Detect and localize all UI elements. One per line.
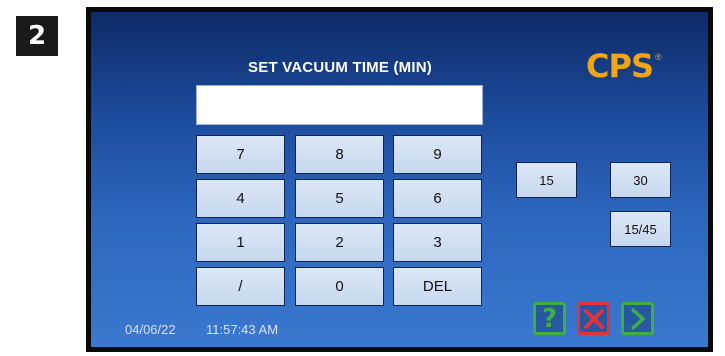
touchscreen-bezel: SET VACUUM TIME (MIN) 7 8 9 4 5 6 1 2 3 … (86, 7, 713, 352)
cps-logo: CPS (586, 47, 654, 85)
question-icon: ? (541, 303, 558, 334)
time-display: 11:57:43 AM (206, 322, 279, 337)
chevron-right-icon (630, 307, 645, 330)
vacuum-time-input[interactable] (196, 85, 483, 125)
next-button[interactable] (621, 302, 654, 335)
delete-key[interactable]: DEL (393, 267, 482, 306)
step-badge: 2 (16, 16, 58, 56)
preset-15-button[interactable]: 15 (516, 162, 577, 198)
key-6[interactable]: 6 (393, 179, 482, 218)
key-2[interactable]: 2 (295, 223, 384, 262)
preset-30-button[interactable]: 30 (610, 162, 671, 198)
key-7[interactable]: 7 (196, 135, 285, 174)
page-title: SET VACUUM TIME (MIN) (248, 59, 432, 76)
key-slash[interactable]: / (196, 267, 285, 306)
key-1[interactable]: 1 (196, 223, 285, 262)
date-display: 04/06/22 (125, 322, 176, 337)
cancel-button[interactable] (577, 302, 610, 335)
key-5[interactable]: 5 (295, 179, 384, 218)
key-9[interactable]: 9 (393, 135, 482, 174)
touchscreen: SET VACUUM TIME (MIN) 7 8 9 4 5 6 1 2 3 … (91, 12, 708, 347)
key-3[interactable]: 3 (393, 223, 482, 262)
help-button[interactable]: ? (533, 302, 566, 335)
preset-15-45-button[interactable]: 15/45 (610, 211, 671, 247)
close-icon (583, 308, 604, 329)
key-0[interactable]: 0 (295, 267, 384, 306)
key-4[interactable]: 4 (196, 179, 285, 218)
registered-mark: ® (655, 52, 662, 62)
key-8[interactable]: 8 (295, 135, 384, 174)
